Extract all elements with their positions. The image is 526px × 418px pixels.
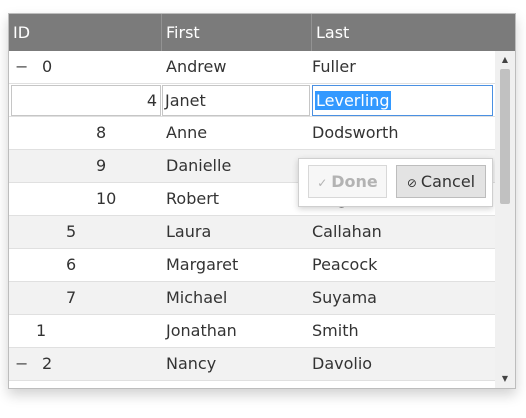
grid-header: ID First Last [9,14,515,51]
cell-first: Jonathan [166,321,237,340]
scroll-down-arrow-icon[interactable]: ▼ [495,372,515,386]
column-header-id[interactable]: ID [9,14,162,51]
table-row[interactable]: 7 Michael Suyama [9,282,495,315]
vertical-scrollbar[interactable]: ▲ ▼ [495,51,515,388]
table-row[interactable]: 1 Jonathan Smith [9,315,495,348]
cell-id: 2 [42,354,53,373]
cell-id: 6 [66,255,77,274]
last-name-editor[interactable]: Leverling [312,85,493,116]
tree-grid: ID First Last − 0 Andrew Fuller 4 Janet … [8,13,516,389]
grid-body: − 0 Andrew Fuller 4 Janet Leverling 8 An… [9,51,495,388]
collapse-icon[interactable]: − [15,348,28,380]
cell-id: 7 [66,288,77,307]
check-icon: ✓ [317,176,328,190]
last-name-editor-value: Leverling [315,91,391,110]
table-row[interactable]: 5 Laura Callahan [9,216,495,249]
cell-id: 0 [42,57,53,76]
cell-last: Dodsworth [312,123,399,142]
cell-first: Laura [166,222,212,241]
table-row[interactable]: − 0 Andrew Fuller [9,51,495,84]
cell-id: 8 [96,123,107,142]
cell-id: 5 [66,222,77,241]
table-row[interactable]: 6 Margaret Peacock [9,249,495,282]
cell-last: Suyama [312,288,377,307]
edit-row[interactable]: 4 Janet Leverling [9,84,495,117]
cell-first: Robert [166,189,220,208]
column-header-first-label: First [166,23,200,42]
first-name-editor[interactable]: Janet [162,85,310,116]
cancel-button-label: Cancel [420,172,476,191]
scroll-up-arrow-icon[interactable]: ▲ [495,53,515,67]
cell-last: Fuller [312,57,356,76]
cell-id: 9 [96,156,107,175]
column-header-last[interactable]: Last [312,14,515,51]
cell-first: Margaret [166,255,239,274]
column-header-first[interactable]: First [162,14,312,51]
scrollbar-thumb[interactable] [500,69,510,204]
done-button[interactable]: ✓ Done [308,165,387,198]
cancel-button[interactable]: ⊘ Cancel [396,165,486,198]
column-header-last-label: Last [316,23,350,42]
cell-first: Nancy [166,354,217,373]
cell-last: Peacock [312,255,378,274]
table-row[interactable]: 8 Anne Dodsworth [9,117,495,150]
cell-last: Davolio [312,354,373,373]
cell-first: Anne [166,123,208,142]
cell-id: 10 [96,189,117,208]
first-name-editor-value: Janet [165,91,206,110]
done-button-label: Done [331,172,378,191]
id-editor-value: 4 [146,91,157,110]
cell-id: 1 [36,321,47,340]
cell-first: Michael [166,288,228,307]
cancel-icon: ⊘ [406,176,417,190]
cell-last: Smith [312,321,359,340]
cell-first: Andrew [166,57,227,76]
id-editor[interactable]: 4 [11,85,161,116]
cell-last: Callahan [312,222,382,241]
cell-first: Danielle [166,156,232,175]
table-row[interactable]: − 2 Nancy Davolio [9,348,495,381]
column-header-id-label: ID [13,23,31,42]
edit-popup: ✓ Done ⊘ Cancel [298,158,493,207]
collapse-icon[interactable]: − [15,51,28,83]
